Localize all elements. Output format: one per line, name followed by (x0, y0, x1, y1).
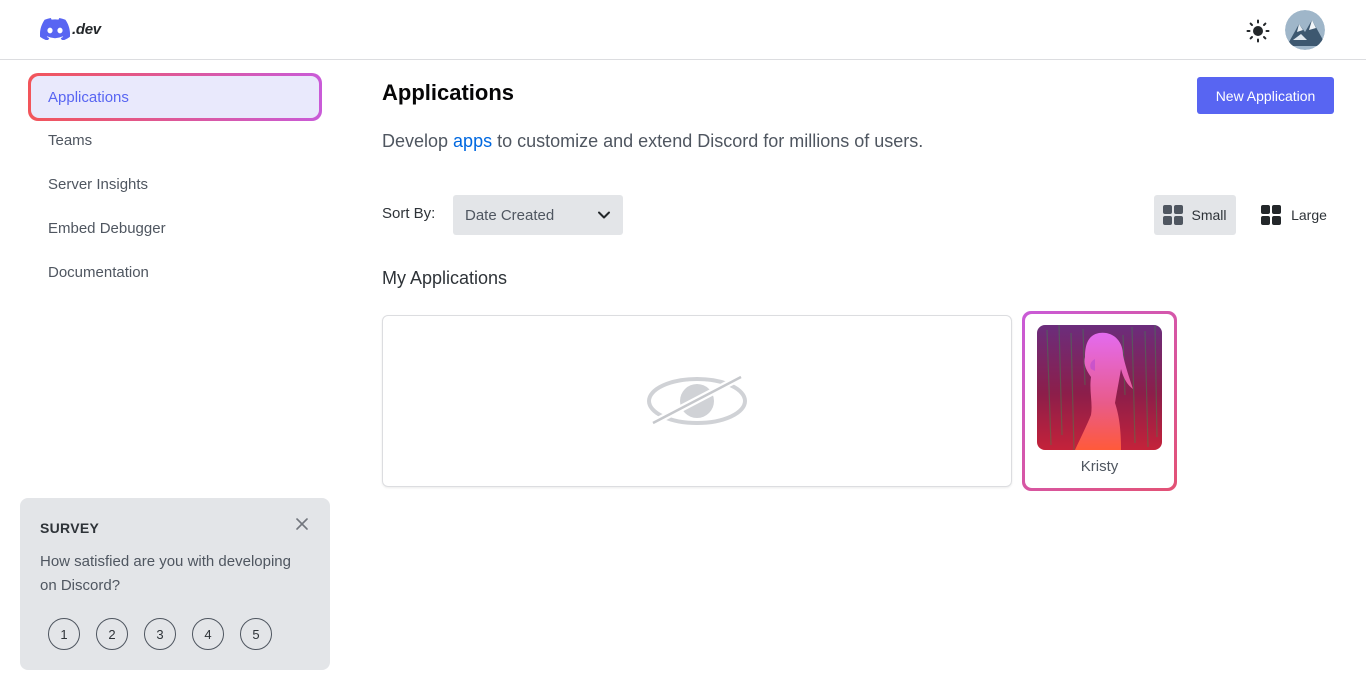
page-subtitle: Develop apps to customize and extend Dis… (382, 131, 923, 152)
rating-button-4[interactable]: 4 (192, 618, 224, 650)
new-application-button[interactable]: New Application (1197, 77, 1334, 114)
view-large-button[interactable]: Large (1252, 195, 1336, 235)
app-name: Kristy (1080, 458, 1119, 475)
rating-button-3[interactable]: 3 (144, 618, 176, 650)
chevron-down-icon (598, 211, 610, 219)
sidebar-item-label: Documentation (48, 263, 149, 281)
subtitle-text: Develop (382, 131, 454, 151)
survey-close-button[interactable] (294, 516, 310, 532)
sort-dropdown[interactable]: Date Created (453, 195, 623, 235)
discord-logo-icon (40, 18, 70, 40)
close-icon (296, 518, 308, 530)
app-icon (1037, 325, 1162, 450)
sidebar-item-label: Server Insights (48, 175, 149, 193)
sidebar-item-documentation[interactable]: Documentation (30, 250, 320, 294)
sort-value: Date Created (465, 206, 555, 224)
sidebar-item-applications[interactable]: Applications (28, 73, 322, 121)
rating-button-1[interactable]: 1 (48, 618, 80, 650)
sun-icon (1246, 19, 1270, 43)
hidden-eye-icon (647, 373, 747, 427)
avatar-image (1285, 10, 1325, 50)
apps-link[interactable]: apps (453, 131, 492, 151)
rating-button-5[interactable]: 5 (240, 618, 272, 650)
grid-large-icon (1261, 205, 1282, 225)
subtitle-text: to customize and extend Discord for mill… (492, 131, 924, 151)
user-avatar[interactable] (1285, 10, 1325, 50)
sidebar-item-server-insights[interactable]: Server Insights (30, 162, 320, 206)
sidebar-item-label: Applications (31, 76, 319, 118)
top-bar: .dev (0, 0, 1366, 60)
page-title: Applications (382, 80, 515, 105)
discord-dev-logo[interactable]: .dev (40, 18, 101, 40)
rating-button-2[interactable]: 2 (96, 618, 128, 650)
survey-title: SURVEY (40, 520, 100, 536)
empty-app-placeholder (382, 315, 1012, 487)
grid-small-icon (1163, 205, 1184, 225)
app-card-inner: Kristy (1025, 314, 1174, 488)
sort-label: Sort By: (382, 205, 436, 222)
survey-ratings: 1 2 3 4 5 (48, 618, 272, 650)
view-large-label: Large (1291, 207, 1327, 223)
sidebar-item-label: Embed Debugger (48, 219, 166, 237)
app-artwork (1037, 325, 1162, 450)
survey-panel: SURVEY How satisfied are you with develo… (20, 498, 330, 670)
survey-question: How satisfied are you with developing on… (40, 553, 291, 594)
view-small-button[interactable]: Small (1154, 195, 1236, 235)
sidebar-item-teams[interactable]: Teams (30, 118, 320, 162)
logo-text: .dev (72, 20, 101, 38)
view-small-label: Small (1191, 207, 1227, 223)
app-card-kristy[interactable]: Kristy (1022, 311, 1177, 491)
sidebar-item-embed-debugger[interactable]: Embed Debugger (30, 206, 320, 250)
sidebar-item-label: Teams (48, 131, 93, 149)
theme-toggle-button[interactable] (1244, 17, 1272, 45)
section-title: My Applications (382, 268, 508, 288)
